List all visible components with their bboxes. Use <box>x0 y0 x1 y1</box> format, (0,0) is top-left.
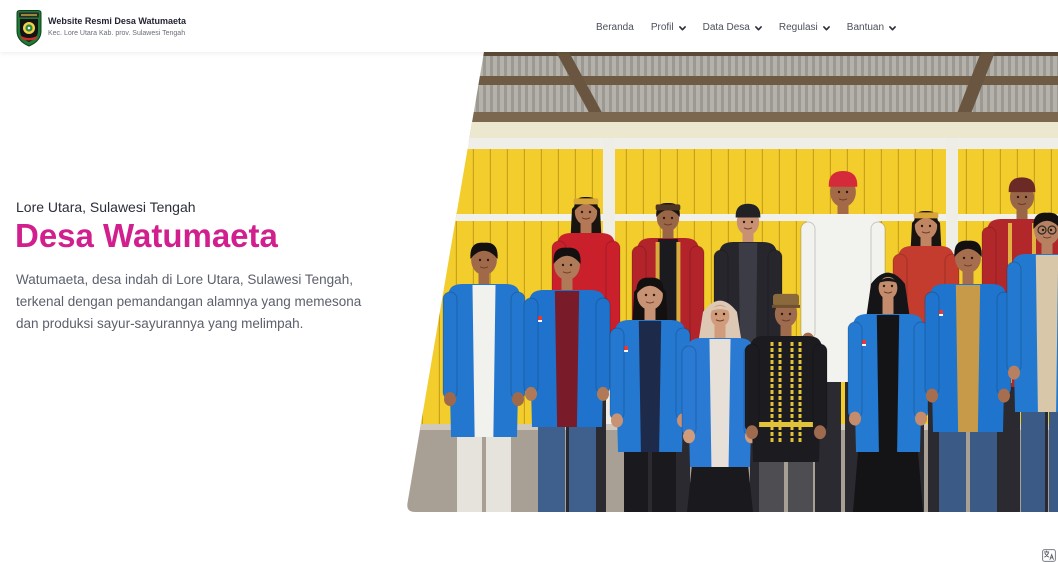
translate-icon <box>1042 549 1056 562</box>
nav-item-beranda[interactable]: Beranda <box>596 21 634 35</box>
hero-description-line: Watumaeta, desa indah di Lore Utara, Sul… <box>16 272 353 287</box>
nav-item-profil[interactable]: Profil <box>651 21 686 35</box>
nav-item-label: Beranda <box>596 22 634 33</box>
translate-button[interactable] <box>1042 549 1056 562</box>
site-subtitle: Kec. Lore Utara Kab. prov. Sulawesi Teng… <box>48 30 186 37</box>
chevron-down-icon <box>678 25 686 31</box>
nav-item-bantuan[interactable]: Bantuan <box>847 21 896 35</box>
hero-photo <box>407 52 1058 512</box>
village-emblem-icon <box>16 10 42 47</box>
hero-title: Desa Watumaeta <box>15 217 278 254</box>
hero-description-line: terkenal dengan pemandangan alamnya yang… <box>16 294 362 309</box>
brand-home-link[interactable]: Website Resmi Desa Watumaeta Kec. Lore U… <box>0 0 220 52</box>
chevron-down-icon <box>889 25 896 31</box>
main-nav: Beranda Profil Data Desa Regulasi Bantua… <box>596 21 896 35</box>
nav-item-label: Profil <box>650 22 674 33</box>
nav-item-label: Bantuan <box>846 22 885 33</box>
photo-roof <box>407 52 1058 142</box>
nav-item-label: Regulasi <box>778 22 818 33</box>
site-title: Website Resmi Desa Watumaeta <box>48 16 187 26</box>
chevron-down-icon <box>754 25 762 31</box>
hero-location: Lore Utara, Sulawesi Tengah <box>16 199 196 215</box>
nav-item-regulasi[interactable]: Regulasi <box>779 21 830 35</box>
nav-item-data-desa[interactable]: Data Desa <box>703 21 762 35</box>
chevron-down-icon <box>822 25 830 31</box>
hero-description-line: dan produksi sayur-sayurannya yang melim… <box>16 316 304 331</box>
nav-item-label: Data Desa <box>702 22 750 33</box>
hero-description: Watumaeta, desa indah di Lore Utara, Sul… <box>16 269 361 335</box>
site-header: Website Resmi Desa Watumaeta Kec. Lore U… <box>0 0 1058 52</box>
